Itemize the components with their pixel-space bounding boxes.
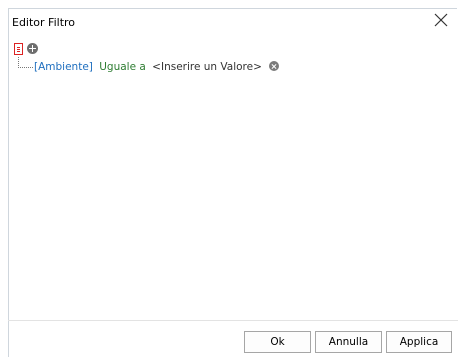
condition-operator[interactable]: Uguale a — [99, 61, 146, 73]
filter-condition: [Ambiente] Uguale a <Inserire un Valore> — [34, 61, 280, 73]
x-circle-icon[interactable] — [269, 61, 280, 71]
footer-divider — [8, 320, 458, 321]
group-and-icon[interactable] — [14, 43, 23, 55]
condition-value[interactable]: <Inserire un Valore> — [152, 61, 262, 73]
plus-circle-icon[interactable] — [27, 43, 38, 54]
window-title: Editor Filtro — [12, 16, 76, 29]
close-icon[interactable] — [432, 11, 450, 29]
cancel-button[interactable]: Annulla — [315, 331, 382, 353]
ok-button[interactable]: Ok — [244, 331, 311, 353]
apply-button[interactable]: Applica — [386, 331, 452, 353]
tree-connector — [18, 57, 33, 68]
condition-field[interactable]: [Ambiente] — [34, 61, 93, 73]
